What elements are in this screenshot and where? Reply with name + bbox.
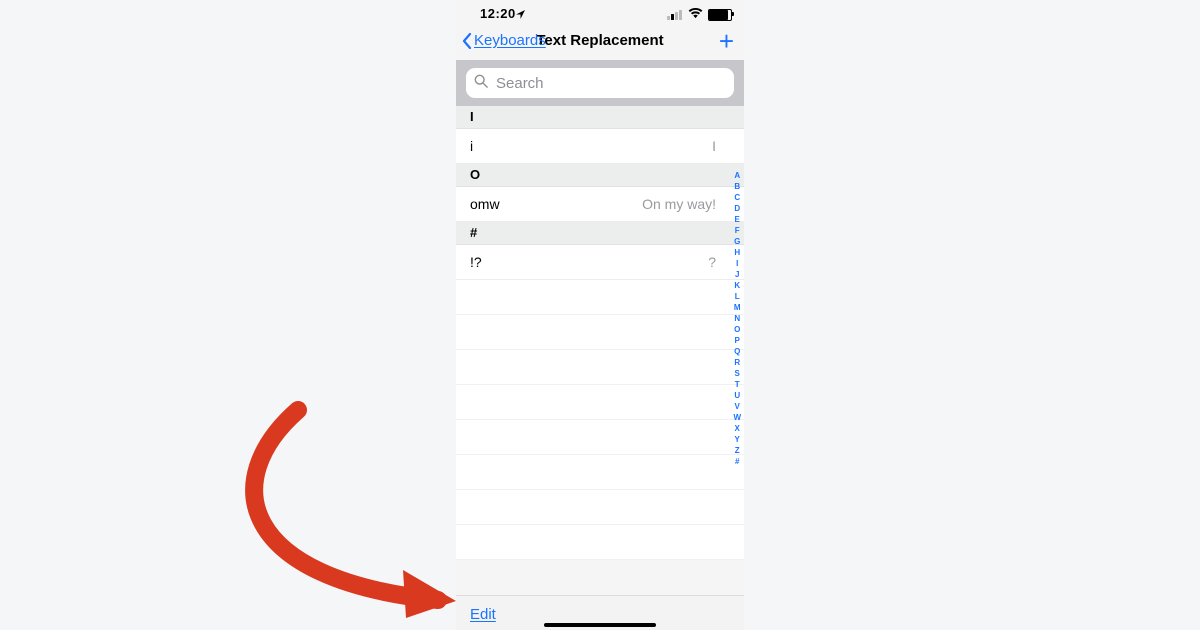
cellular-icon [667,10,683,20]
status-time: 12:20 [480,6,516,21]
empty-row [456,455,744,490]
index-letter[interactable]: X [735,423,740,434]
index-letter[interactable]: K [734,280,740,291]
index-letter[interactable]: C [734,192,740,203]
index-letter[interactable]: D [734,203,740,214]
annotation-arrow [228,400,478,620]
shortcut-value: I [473,138,730,154]
index-letter[interactable]: M [734,302,741,313]
navigation-bar: Text Replacement Keyboards + [456,28,744,60]
index-letter[interactable]: Q [734,346,740,357]
index-letter[interactable]: U [734,390,740,401]
section-header: O [456,164,744,187]
search-icon [474,74,488,92]
index-letter[interactable]: S [735,368,740,379]
index-letter[interactable]: B [734,181,740,192]
shortcut-value: ? [482,254,730,270]
search-input[interactable] [494,74,726,93]
shortcut-value: On my way! [500,196,730,212]
list-item[interactable]: omw On my way! [456,187,744,222]
empty-row [456,490,744,525]
phone-frame: 12:20 Text Replacement Keyboards + [456,0,744,630]
empty-row [456,280,744,315]
index-letter[interactable]: H [734,247,740,258]
index-letter[interactable]: Z [735,445,740,456]
index-letter[interactable]: I [736,258,738,269]
index-letter[interactable]: Y [735,434,740,445]
search-field[interactable] [466,68,734,98]
empty-row [456,385,744,420]
bottom-toolbar: Edit [456,595,744,630]
chevron-left-icon [462,33,472,49]
list-item[interactable]: i I [456,129,744,164]
empty-row [456,525,744,560]
index-letter[interactable]: L [735,291,740,302]
shortcut-key: !? [470,254,482,270]
back-button[interactable]: Keyboards [462,32,546,49]
empty-row [456,420,744,455]
index-letter[interactable]: O [734,324,740,335]
search-bar-container [456,60,744,106]
home-indicator[interactable] [544,623,656,627]
status-bar: 12:20 [456,0,744,28]
index-letter[interactable]: J [735,269,739,280]
index-letter[interactable]: W [733,412,741,423]
add-button[interactable]: + [719,28,734,54]
shortcut-key: omw [470,196,500,212]
index-letter[interactable]: F [735,225,740,236]
section-header: # [456,222,744,245]
index-letter[interactable]: G [734,236,740,247]
index-letter[interactable]: E [735,214,740,225]
list-item[interactable]: !? ? [456,245,744,280]
list: I i I O omw On my way! # !? ? [456,106,744,560]
index-letter[interactable]: V [735,401,740,412]
empty-row [456,350,744,385]
wifi-icon [688,7,703,22]
section-header: I [456,106,744,129]
edit-button[interactable]: Edit [470,606,496,623]
index-letter[interactable]: T [735,379,740,390]
index-letter[interactable]: N [734,313,740,324]
battery-icon [708,9,732,21]
empty-row [456,315,744,350]
index-letter[interactable]: P [735,335,740,346]
index-letter[interactable]: A [734,170,740,181]
back-label: Keyboards [474,32,546,49]
index-letter[interactable]: R [734,357,740,368]
location-icon [516,7,525,22]
index-letter[interactable]: # [735,456,739,467]
alphabet-index[interactable]: ABCDEFGHIJKLMNOPQRSTUVWXYZ# [733,170,741,467]
